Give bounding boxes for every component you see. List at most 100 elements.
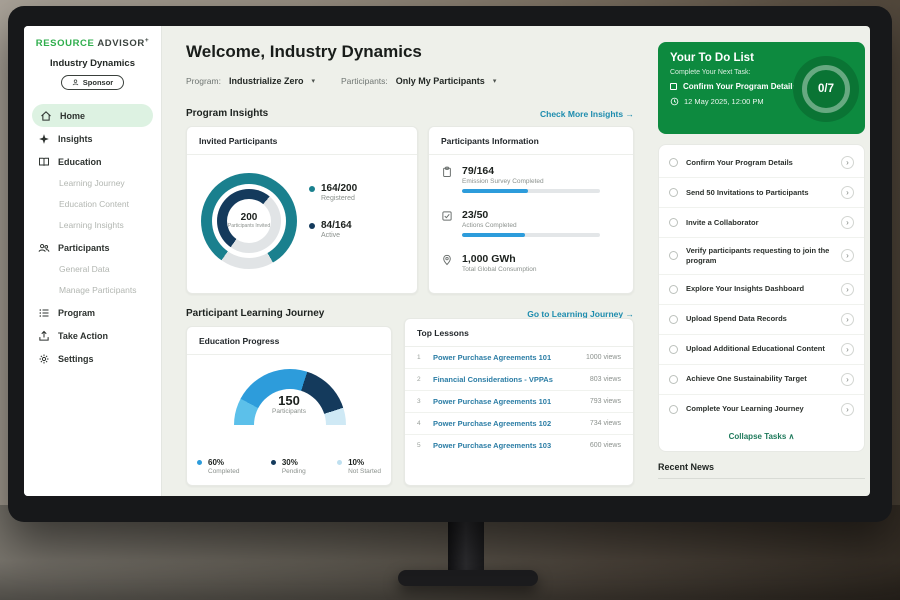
check-more-insights-link[interactable]: Check More Insights → — [540, 109, 634, 119]
sidebar-item-education[interactable]: Education — [24, 150, 161, 173]
sidebar-item-manage-participants[interactable]: Manage Participants — [24, 280, 161, 301]
progress-fill — [462, 189, 528, 193]
task-checkbox[interactable] — [669, 251, 678, 260]
top-lessons-card: Top Lessons 1 Power Purchase Agreements … — [404, 318, 634, 486]
task-checkbox[interactable] — [669, 315, 678, 324]
sidebar-item-take-action[interactable]: Take Action — [24, 324, 161, 347]
sidebar-item-settings[interactable]: Settings — [24, 347, 161, 370]
todo-progress-ring: 0/7 — [802, 65, 850, 113]
chevron-right-icon[interactable]: › — [841, 186, 854, 199]
sparkle-icon — [38, 133, 50, 145]
chevron-right-icon[interactable]: › — [841, 283, 854, 296]
task-row[interactable]: Verify participants requesting to join t… — [659, 238, 864, 275]
lesson-link[interactable]: Power Purchase Agreements 101 — [433, 353, 578, 362]
program-filter-label: Program: — [186, 76, 221, 86]
legend-item-registered: 164/200 Registered — [309, 183, 357, 202]
sidebar-item-label: Insights — [58, 134, 93, 144]
chevron-right-icon[interactable]: › — [841, 249, 854, 262]
task-checkbox[interactable] — [669, 218, 678, 227]
task-row[interactable]: Send 50 Invitations to Participants › — [659, 178, 864, 208]
task-checkbox[interactable] — [669, 285, 678, 294]
lesson-link[interactable]: Power Purchase Agreements 102 — [433, 419, 582, 428]
sidebar-item-insights[interactable]: Insights — [24, 127, 161, 150]
donut-center-label: Participants Invited — [228, 223, 270, 230]
lesson-row: 2 Financial Considerations - VPPAs 803 v… — [405, 369, 633, 391]
task-row[interactable]: Invite a Collaborator › — [659, 208, 864, 238]
section-title: Participant Learning Journey — [186, 308, 324, 319]
task-checkbox[interactable] — [669, 345, 678, 354]
lesson-row: 4 Power Purchase Agreements 102 734 view… — [405, 413, 633, 435]
task-row[interactable]: Confirm Your Program Details › — [659, 148, 864, 178]
task-checkbox[interactable] — [669, 405, 678, 414]
chevron-right-icon[interactable]: › — [841, 216, 854, 229]
chevron-up-icon: ∧ — [789, 432, 795, 441]
sidebar-item-label: Take Action — [58, 331, 108, 341]
info-row-emission: 79/164 Emission Survey Completed — [441, 165, 621, 193]
chevron-right-icon[interactable]: › — [841, 156, 854, 169]
legend-item-active: 84/164 Active — [309, 220, 357, 239]
action-upload-icon — [38, 330, 50, 342]
list-icon — [38, 307, 50, 319]
lesson-link[interactable]: Power Purchase Agreements 103 — [433, 441, 582, 450]
task-checkbox[interactable] — [669, 158, 678, 167]
task-row[interactable]: Upload Additional Educational Content › — [659, 335, 864, 365]
sidebar-item-label: Settings — [58, 354, 94, 364]
sidebar-item-participants[interactable]: Participants — [24, 236, 161, 259]
chevron-down-icon[interactable]: ▾ — [311, 77, 315, 85]
collapse-tasks-link[interactable]: Collapse Tasks ∧ — [659, 424, 864, 448]
sponsor-badge[interactable]: Sponsor — [61, 75, 124, 90]
sidebar-item-program[interactable]: Program — [24, 301, 161, 324]
task-checkbox[interactable] — [669, 188, 678, 197]
sidebar-item-education-content[interactable]: Education Content — [24, 194, 161, 215]
lesson-row: 1 Power Purchase Agreements 101 1000 vie… — [405, 347, 633, 369]
task-row[interactable]: Explore Your Insights Dashboard › — [659, 275, 864, 305]
lesson-link[interactable]: Financial Considerations - VPPAs — [433, 375, 582, 384]
monitor-stand-base — [398, 570, 538, 586]
go-to-learning-journey-link[interactable]: Go to Learning Journey → — [527, 309, 634, 319]
gauge-legend: 60% Completed 30% Pending — [197, 458, 381, 475]
program-filter-value[interactable]: Industrialize Zero — [229, 76, 304, 86]
legend-item-not-started: 10% Not Started — [337, 458, 381, 475]
sidebar-item-label: Participants — [58, 243, 110, 253]
sidebar-item-label: Home — [60, 111, 85, 121]
main-content: Welcome, Industry Dynamics Program: Indu… — [162, 26, 650, 496]
todo-panel: Your To Do List Complete Your Next Task:… — [650, 26, 870, 496]
location-pin-icon — [441, 254, 453, 266]
task-row[interactable]: Complete Your Learning Journey › — [659, 395, 864, 424]
participants-filter-label: Participants: — [341, 76, 388, 86]
chevron-right-icon[interactable]: › — [841, 313, 854, 326]
page-title: Welcome, Industry Dynamics — [186, 42, 422, 62]
sidebar-item-learning-journey[interactable]: Learning Journey — [24, 173, 161, 194]
sidebar-item-learning-insights[interactable]: Learning Insights — [24, 215, 161, 236]
scene: RESOURCE ADVISOR+ Industry Dynamics Spon… — [0, 0, 900, 600]
participants-filter-value[interactable]: Only My Participants — [396, 76, 485, 86]
arrow-right-icon: → — [626, 309, 635, 319]
task-checkbox[interactable] — [670, 83, 677, 90]
task-row[interactable]: Upload Spend Data Records › — [659, 305, 864, 335]
todo-tasks-card: Confirm Your Program Details › Send 50 I… — [658, 144, 865, 452]
chevron-down-icon[interactable]: ▾ — [493, 77, 497, 85]
program-insights-header: Program Insights Check More Insights → — [186, 108, 634, 119]
chevron-right-icon[interactable]: › — [841, 343, 854, 356]
arrow-right-icon: → — [626, 109, 635, 119]
task-row[interactable]: Achieve One Sustainability Target › — [659, 365, 864, 395]
sidebar-item-general-data[interactable]: General Data — [24, 259, 161, 280]
donut-legend: 164/200 Registered 84/164 Active — [309, 183, 357, 239]
legend-dot — [197, 460, 202, 465]
check-square-icon — [441, 210, 453, 222]
lesson-link[interactable]: Power Purchase Agreements 101 — [433, 397, 582, 406]
sidebar: RESOURCE ADVISOR+ Industry Dynamics Spon… — [24, 26, 162, 496]
sidebar-item-home[interactable]: Home — [32, 104, 153, 127]
clock-icon — [670, 97, 679, 106]
chevron-right-icon[interactable]: › — [841, 403, 854, 416]
chevron-right-icon[interactable]: › — [841, 373, 854, 386]
logo-plus: + — [145, 37, 149, 44]
filters-bar: Program: Industrialize Zero ▾ Participan… — [186, 76, 496, 86]
lesson-row: 3 Power Purchase Agreements 101 793 view… — [405, 391, 633, 413]
app-logo: RESOURCE ADVISOR+ — [24, 26, 161, 49]
sidebar-nav: Home Insights Education Learning Journey… — [24, 104, 161, 370]
home-icon — [40, 110, 52, 122]
task-checkbox[interactable] — [669, 375, 678, 384]
book-icon — [38, 156, 50, 168]
people-icon — [38, 242, 50, 254]
